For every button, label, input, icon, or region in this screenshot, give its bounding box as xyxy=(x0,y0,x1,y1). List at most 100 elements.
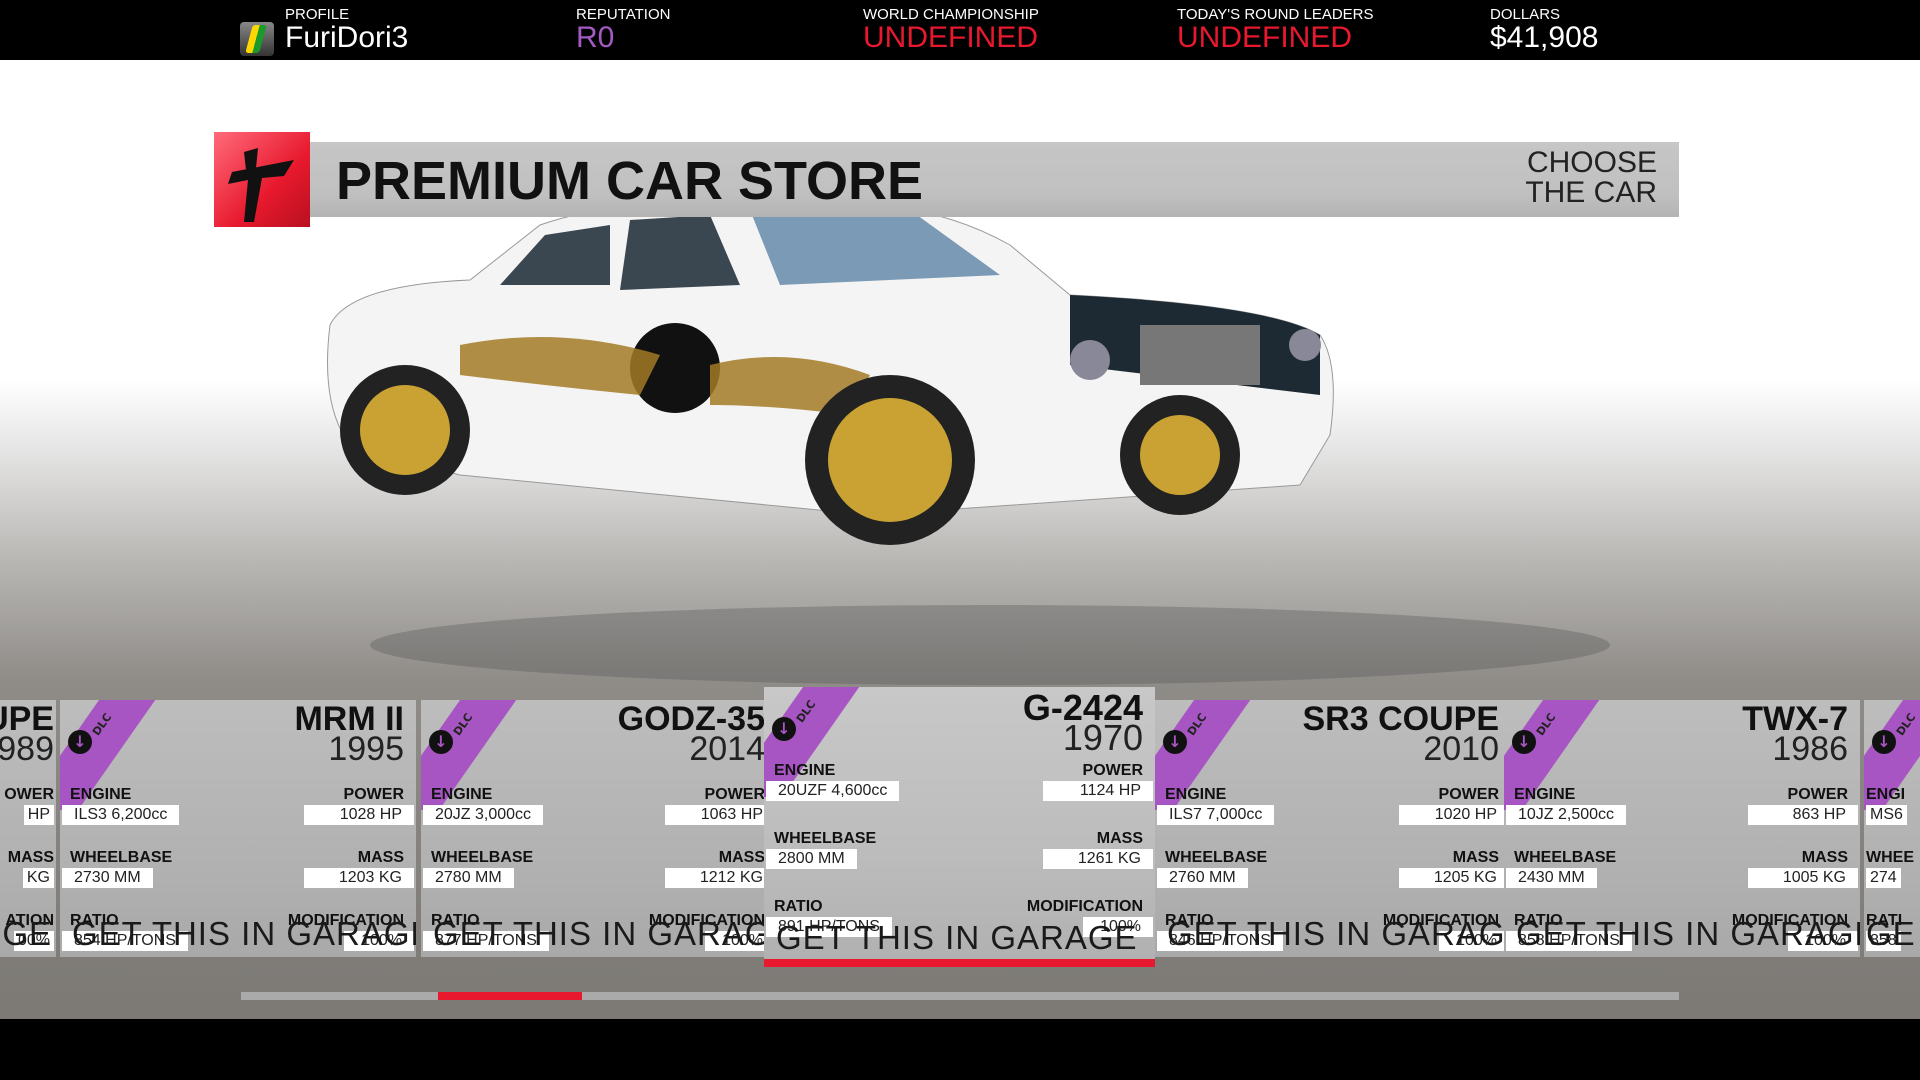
carousel-scrollbar-thumb[interactable] xyxy=(438,992,582,1000)
mass-label: MASS xyxy=(357,849,404,866)
mass-value: KG xyxy=(22,868,54,888)
dollars-value: $41,908 xyxy=(1490,21,1599,54)
power-value: 1020 HP xyxy=(1399,805,1509,825)
get-in-garage-button[interactable]: GET THIS IN GARAGE xyxy=(433,915,777,953)
selection-indicator xyxy=(764,959,1155,967)
power-value: 1124 HP xyxy=(1043,781,1153,801)
mass-label: MASS xyxy=(1452,849,1499,866)
subtitle-line: CHOOSE xyxy=(1526,146,1657,179)
get-in-garage-button[interactable]: GET THIS IN GARAGE xyxy=(1167,915,1511,953)
page-title: PREMIUM CAR STORE xyxy=(336,151,924,211)
wheelbase-label: WHEELBASE xyxy=(774,830,877,847)
car-year: 1995 xyxy=(328,730,404,768)
wheelbase-value: 2780 MM xyxy=(423,868,514,888)
top-status-bar: PROFILE FuriDori3 REPUTATION R0 WORLD CH… xyxy=(0,0,1920,60)
wheelbase-value: 2730 MM xyxy=(62,868,153,888)
carousel-scrollbar[interactable] xyxy=(241,992,1679,1000)
power-value: HP xyxy=(23,805,54,825)
bottom-bar xyxy=(0,1019,1920,1080)
mass-label: MASS xyxy=(7,849,54,866)
download-icon: ↓ xyxy=(1163,730,1187,754)
subtitle-line: THE CAR xyxy=(1525,176,1657,209)
get-in-garage-button[interactable]: GET THIS IN GARAGE xyxy=(1516,915,1860,953)
engine-value: 20UZF 4,600cc xyxy=(766,781,900,801)
mass-label: MASS xyxy=(718,849,765,866)
engine-value: ILS3 6,200cc xyxy=(62,805,180,825)
page-header: PREMIUM CAR STORE CHOOSE THE CAR xyxy=(310,142,1679,217)
mass-value: 1005 KG xyxy=(1748,868,1858,888)
mass-label: MASS xyxy=(1801,849,1848,866)
download-icon: ↓ xyxy=(1512,730,1536,754)
profile-name: FuriDori3 xyxy=(285,21,409,54)
engine-label: ENGINE xyxy=(1514,786,1576,803)
wheelbase-value: 274 xyxy=(1866,868,1901,888)
download-icon: ↓ xyxy=(772,717,796,741)
car-card[interactable]: ↓ DLC MRM II 1995 ENGINE ILS3 6,200cc POWER 102… xyxy=(60,700,416,957)
car-year: 1986 xyxy=(1772,730,1848,768)
car-card[interactable]: ↓ DLC ENGI MS6 WHEE 274 RATI 858 GE xyxy=(1864,700,1920,957)
power-value: 1028 HP xyxy=(304,805,414,825)
car-card[interactable]: ↓ DLC GODZ-35 2014 ENGINE 20JZ 3,000cc POWER 10… xyxy=(421,700,777,957)
engine-label: ENGINE xyxy=(774,762,836,779)
page-subtitle: CHOOSE THE CAR xyxy=(1457,148,1657,208)
car-card-selected[interactable]: ↓ DLC G-2424 1970 ENGINE 20UZF 4,600cc POWER 11… xyxy=(764,687,1155,967)
wheelbase-value: 2760 MM xyxy=(1157,868,1248,888)
profile-badge-icon[interactable] xyxy=(240,22,274,56)
reputation-stat: REPUTATION R0 xyxy=(576,6,670,53)
reputation-value: R0 xyxy=(576,21,615,54)
engine-value: MS6 xyxy=(1866,805,1907,825)
engine-label: ENGI xyxy=(1866,786,1906,803)
engine-value: 20JZ 3,000cc xyxy=(423,805,544,825)
engine-value: ILS7 7,000cc xyxy=(1157,805,1275,825)
engine-value: 10JZ 2,500cc xyxy=(1506,805,1627,825)
logo-glyph-icon xyxy=(228,148,294,222)
power-value: 863 HP xyxy=(1748,805,1858,825)
power-label: POWER xyxy=(1082,762,1143,779)
wheelbase-value: 2800 MM xyxy=(766,849,857,869)
mass-value: 1205 KG xyxy=(1399,868,1509,888)
download-icon: ↓ xyxy=(68,730,92,754)
mass-value: 1203 KG xyxy=(304,868,414,888)
car-card[interactable]: UPE989OWERHPMASSKGATION00%GE xyxy=(0,700,56,957)
car-card[interactable]: ↓ DLC SR3 COUPE 2010 ENGINE ILS7 7,000cc POWER… xyxy=(1155,700,1511,957)
game-logo xyxy=(214,132,310,227)
modification-label: MODIFICATION xyxy=(1026,898,1143,915)
get-in-garage-button[interactable]: GE xyxy=(1866,915,1916,953)
car-card[interactable]: ↓ DLC TWX-7 1986 ENGINE 10JZ 2,500cc POWER 863 … xyxy=(1504,700,1860,957)
mass-value: 1261 KG xyxy=(1043,849,1153,869)
wheelbase-label: WHEELBASE xyxy=(70,849,173,866)
get-in-garage-button[interactable]: GET THIS IN GARAGE xyxy=(72,915,416,953)
car-preview-image xyxy=(327,205,1610,685)
download-icon: ↓ xyxy=(429,730,453,754)
world-championship-stat: WORLD CHAMPIONSHIP UNDEFINED xyxy=(863,6,1039,53)
mass-label: MASS xyxy=(1096,830,1143,847)
ratio-label: RATIO xyxy=(774,898,823,915)
round-leaders-stat: TODAY'S ROUND LEADERS UNDEFINED xyxy=(1177,6,1374,53)
wheelbase-label: WHEELBASE xyxy=(1514,849,1617,866)
engine-label: ENGINE xyxy=(1165,786,1227,803)
power-value: 1063 HP xyxy=(665,805,775,825)
power-label: OWER xyxy=(4,786,54,803)
dollars-stat: DOLLARS $41,908 xyxy=(1490,6,1598,53)
wheelbase-label: WHEE xyxy=(1866,849,1914,866)
download-icon: ↓ xyxy=(1872,730,1896,754)
get-in-garage-button[interactable]: GET THIS IN GARAGE xyxy=(776,919,1138,957)
engine-label: ENGINE xyxy=(70,786,132,803)
power-label: POWER xyxy=(1438,786,1499,803)
world-championship-value: UNDEFINED xyxy=(863,21,1039,54)
car-year: 2014 xyxy=(689,730,765,768)
wheelbase-value: 2430 MM xyxy=(1506,868,1597,888)
car-year: 1970 xyxy=(1062,717,1143,758)
car-year: 2010 xyxy=(1423,730,1499,768)
car-year: 989 xyxy=(0,730,54,768)
engine-label: ENGINE xyxy=(431,786,493,803)
power-label: POWER xyxy=(1787,786,1848,803)
round-leaders-value: UNDEFINED xyxy=(1177,21,1353,54)
wheelbase-label: WHEELBASE xyxy=(431,849,534,866)
get-in-garage-button[interactable]: GE xyxy=(2,915,52,953)
mass-value: 1212 KG xyxy=(665,868,775,888)
power-label: POWER xyxy=(343,786,404,803)
power-label: POWER xyxy=(704,786,765,803)
profile-stat[interactable]: PROFILE FuriDori3 xyxy=(285,6,408,53)
wheelbase-label: WHEELBASE xyxy=(1165,849,1268,866)
